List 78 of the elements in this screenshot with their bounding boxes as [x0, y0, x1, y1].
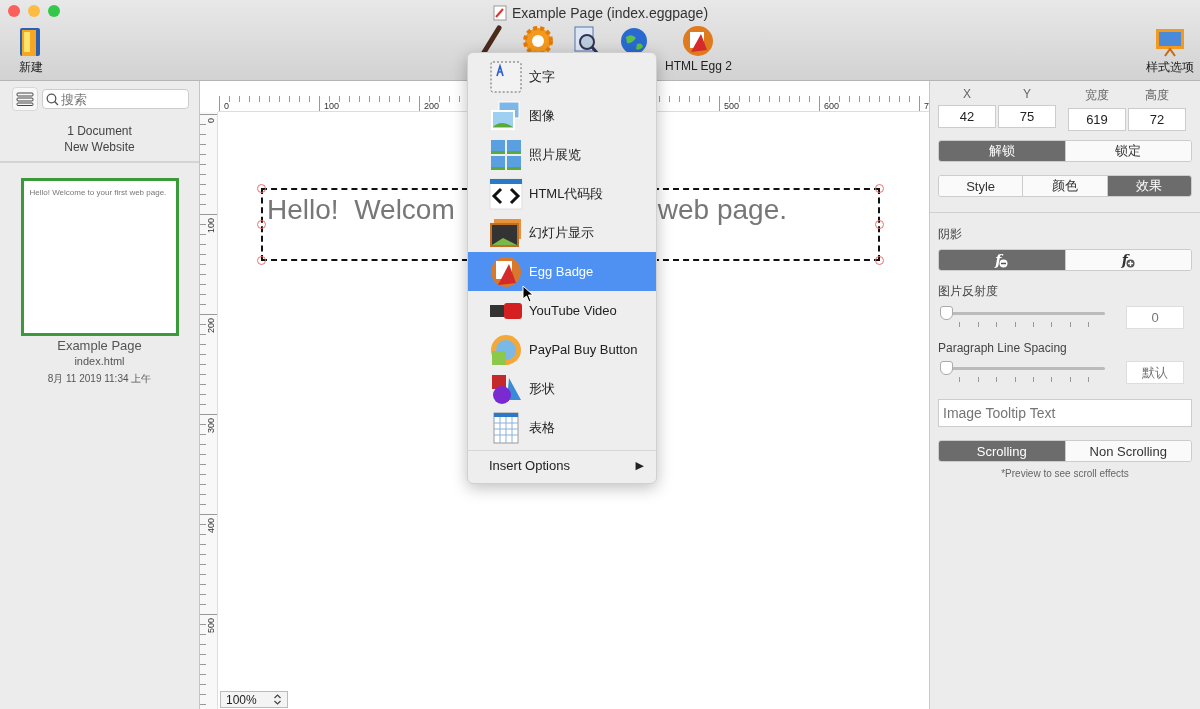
insert-options-item[interactable]: Insert Options ▶ [468, 453, 656, 477]
code-icon [489, 176, 523, 211]
close-button[interactable] [8, 5, 20, 17]
ruler-label: 200 [206, 318, 216, 334]
ruler-label: 100 [206, 218, 216, 234]
value-field[interactable]: 0 [1126, 306, 1184, 329]
zoom-button[interactable] [48, 5, 60, 17]
photo-grid-icon [489, 137, 523, 172]
slider-label: 图片反射度 [938, 283, 999, 300]
page-title: Example Page [57, 338, 142, 353]
stepper-icon [273, 693, 282, 706]
menu-item[interactable]: 文字 [468, 57, 656, 96]
field-label: X [963, 87, 971, 101]
shadow-toggle[interactable]: f [939, 250, 1065, 270]
lock-toggle[interactable]: 解锁 [939, 141, 1065, 161]
site-summary: 1 Document [66, 123, 133, 139]
egg-badge-icon [681, 24, 716, 58]
ruler-label: 300 [206, 418, 216, 434]
menu-item[interactable]: 幻灯片显示 [468, 213, 656, 252]
html-egg-button[interactable]: HTML Egg 2 [665, 24, 732, 73]
badge-icon [489, 254, 523, 289]
scrolling-toggle[interactable]: Non Scrolling [1064, 441, 1191, 461]
field-label: 高度 [1145, 87, 1169, 104]
page-date: 8月 11 2019 11:34 上午 [47, 372, 152, 386]
ruler-label: 200 [424, 101, 440, 111]
number-field[interactable]: 42 [938, 105, 996, 128]
value-field[interactable]: 默认 [1126, 361, 1184, 384]
zoom-dropdown[interactable]: 100% [220, 691, 288, 708]
menu-item[interactable]: PayPal Buy Button [468, 330, 656, 369]
slider-thumb[interactable] [940, 306, 953, 320]
document-icon [491, 5, 508, 21]
ruler-label: 400 [206, 518, 216, 534]
field-label: 宽度 [1085, 87, 1109, 104]
search-field[interactable]: 搜索 [42, 89, 189, 109]
thumbnail-text: Hello! Welcome to your first web page. [29, 188, 168, 198]
pointer-cursor-icon [522, 285, 534, 303]
text-frame-icon [489, 59, 523, 94]
menu-item[interactable]: 表格 [468, 408, 656, 447]
ruler-label: 500 [724, 101, 740, 111]
menu-item[interactable]: 形状 [468, 369, 656, 408]
number-field[interactable]: 72 [1128, 108, 1186, 131]
tooltip-field[interactable]: Image Tooltip Text [938, 399, 1192, 427]
ruler-label: 600 [824, 101, 840, 111]
ruler-label: 100 [324, 101, 340, 111]
number-field[interactable]: 75 [998, 105, 1056, 128]
inspector-tab[interactable]: Style [939, 176, 1023, 196]
scrolling-toggle[interactable]: Scrolling [939, 441, 1065, 461]
page-filename: index.html [74, 355, 125, 367]
page-thumbnail[interactable]: Hello! Welcome to your first web page. [20, 178, 179, 336]
ruler-label: 0 [206, 118, 216, 123]
number-field[interactable]: 619 [1068, 108, 1126, 131]
slider-thumb[interactable] [940, 361, 953, 375]
inspector-tab[interactable]: 效果 [1106, 176, 1191, 196]
slider-label: Paragraph Line Spacing [938, 341, 1068, 355]
new-button[interactable]: 新建 [14, 24, 48, 76]
ruler-label: 0 [224, 101, 229, 111]
window-title: Example Page (index.eggpage) [511, 5, 709, 21]
menu-item[interactable]: YouTube Video [468, 291, 656, 330]
inspector-tab[interactable]: 颜色 [1022, 176, 1107, 196]
heading-text: web page. [657, 194, 787, 227]
site-summary: New Website [63, 139, 136, 155]
coin-icon [489, 332, 523, 367]
photo-icon [489, 98, 523, 133]
menu-item[interactable]: 照片展览 [468, 135, 656, 174]
style-options-button[interactable]: 样式选项 [1146, 24, 1194, 76]
lock-toggle[interactable]: 锁定 [1064, 141, 1191, 161]
section-label: 阴影 [938, 226, 963, 243]
ruler-label: 500 [206, 618, 216, 634]
list-view-button[interactable] [12, 87, 38, 111]
menu-item[interactable]: HTML代码段 [468, 174, 656, 213]
heading-text: Hello! Welcom [267, 194, 455, 227]
field-label: Y [1023, 87, 1031, 101]
search-icon [46, 93, 59, 106]
ruler-label: 7 [924, 101, 929, 111]
minimize-button[interactable] [28, 5, 40, 17]
shadow-toggle[interactable]: f [1064, 250, 1191, 270]
hint-text: *Preview to see scroll effects [1000, 468, 1130, 479]
menu-item[interactable]: 图像 [468, 96, 656, 135]
